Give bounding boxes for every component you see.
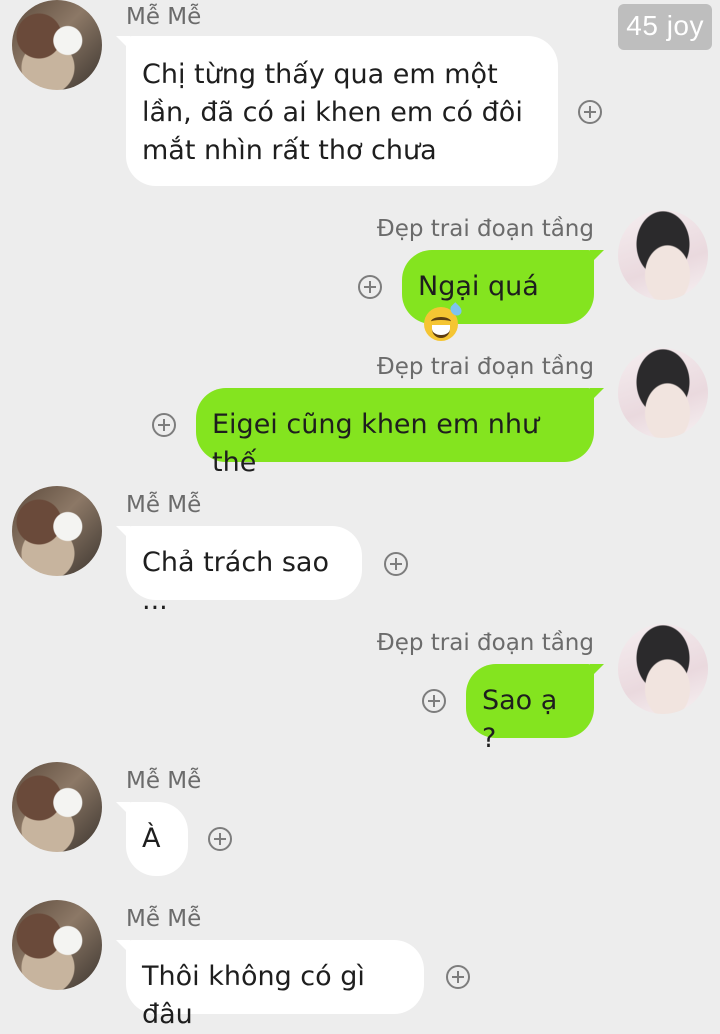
message-text: Thôi không có gì đâu <box>142 961 365 1030</box>
message-bubble[interactable]: Sao ạ ? <box>466 664 604 754</box>
avatar-her[interactable] <box>12 900 102 990</box>
message-line: Chị từng thấy qua em một <box>142 59 498 90</box>
message-bubble[interactable]: Chị từng thấy qua em một lần, đã có ai k… <box>116 36 558 186</box>
message-text: Chả trách sao ... <box>142 547 329 616</box>
avatar-him[interactable] <box>618 348 708 438</box>
add-reaction-icon[interactable] <box>578 100 602 124</box>
avatar-her[interactable] <box>12 762 102 852</box>
message-bubble[interactable]: Eigei cũng khen em như thế <box>196 388 604 478</box>
sender-name: Đẹp trai đoạn tầng <box>376 216 594 242</box>
message-bubble[interactable]: Ngại quá <box>402 250 604 341</box>
message-bubble[interactable]: À <box>116 802 188 876</box>
add-reaction-icon[interactable] <box>422 689 446 713</box>
avatar-her[interactable] <box>12 486 102 576</box>
add-reaction-icon[interactable] <box>208 827 232 851</box>
sender-name: Mễ Mễ <box>126 4 202 30</box>
message-text: Eigei cũng khen em như thế <box>212 409 540 478</box>
add-reaction-icon[interactable] <box>446 965 470 989</box>
grinning-sweat-emoji-icon <box>424 301 464 341</box>
message-bubble[interactable]: Chả trách sao ... <box>116 526 362 616</box>
sender-name: Đẹp trai đoạn tầng <box>376 630 594 656</box>
message-text: Ngại quá <box>418 271 539 302</box>
sender-name: Mễ Mễ <box>126 768 202 794</box>
message-text: À <box>142 823 161 854</box>
sender-name: Mễ Mễ <box>126 906 202 932</box>
message-line: mắt nhìn rất thơ chưa <box>142 135 437 166</box>
avatar-her[interactable] <box>12 0 102 90</box>
add-reaction-icon[interactable] <box>152 413 176 437</box>
message-line: lần, đã có ai khen em có đôi <box>142 97 523 128</box>
sender-name: Mễ Mễ <box>126 492 202 518</box>
add-reaction-icon[interactable] <box>358 275 382 299</box>
message-text: Sao ạ ? <box>482 685 558 754</box>
avatar-him[interactable] <box>618 624 708 714</box>
watermark-badge: 45 joy <box>618 4 712 50</box>
add-reaction-icon[interactable] <box>384 552 408 576</box>
avatar-him[interactable] <box>618 210 708 300</box>
sender-name: Đẹp trai đoạn tầng <box>376 354 594 380</box>
message-bubble[interactable]: Thôi không có gì đâu <box>116 940 424 1030</box>
